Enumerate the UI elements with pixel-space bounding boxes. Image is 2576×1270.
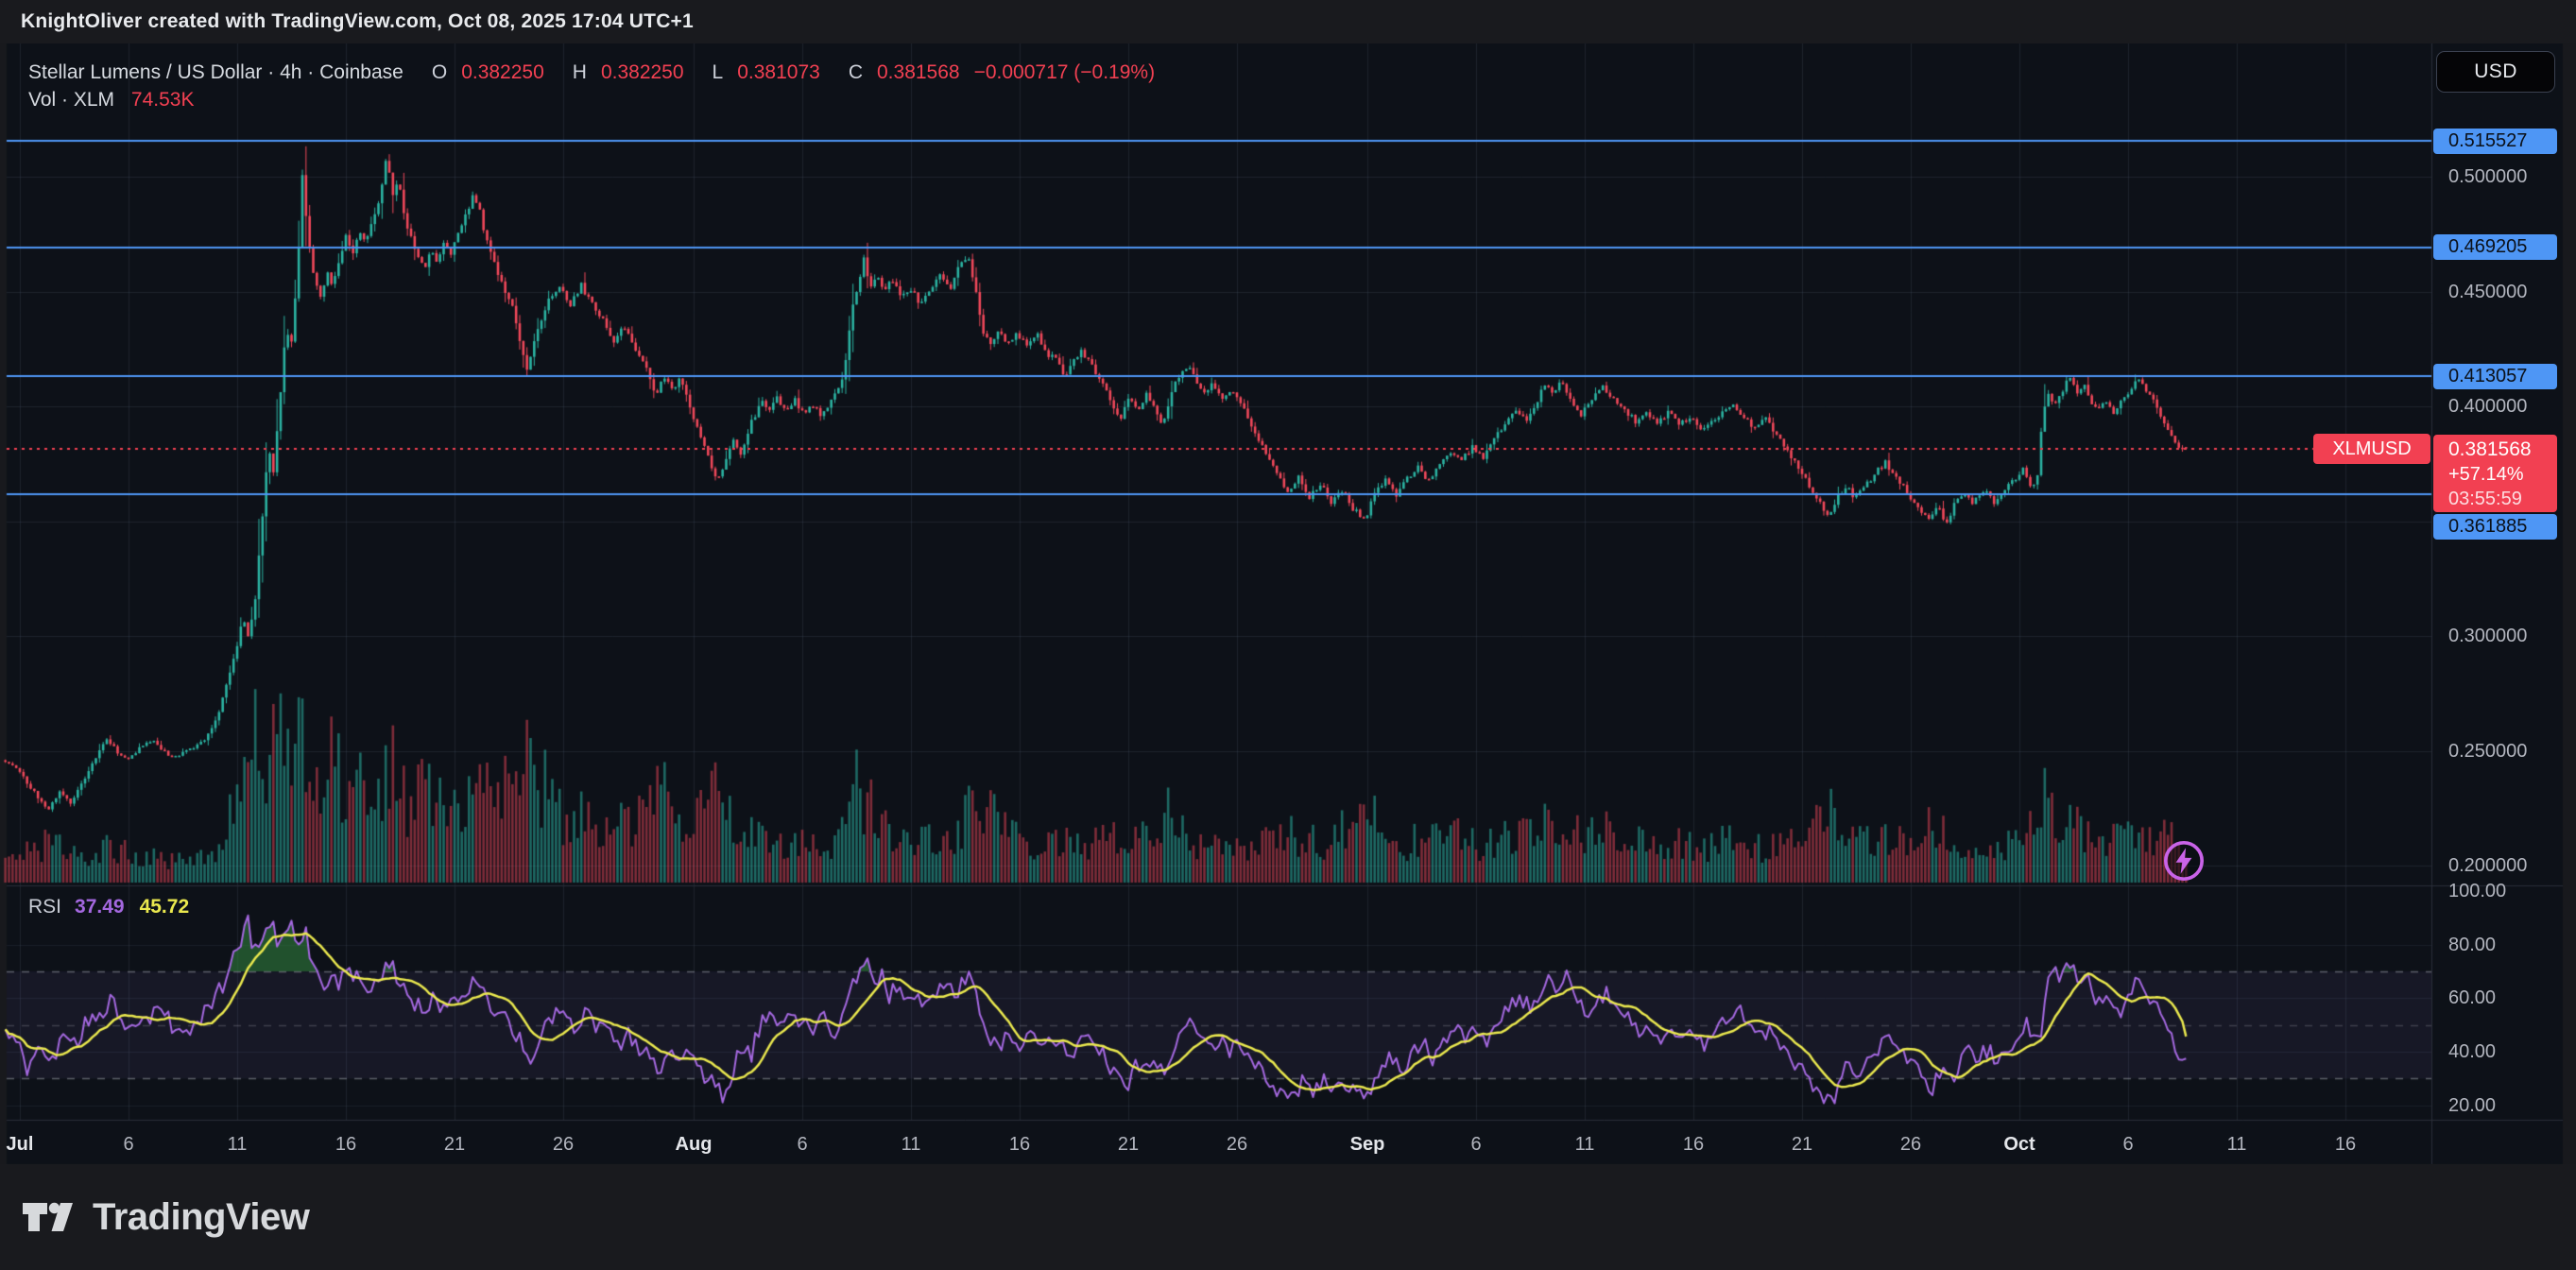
level-price-label: 0.361885 [2433,514,2557,540]
volume-label: Vol · XLM [28,89,114,111]
tradingview-logo-icon[interactable] [23,1198,77,1236]
time-tick-month: Jul [7,1134,34,1156]
attribution-text: KnightOliver created with TradingView.co… [21,10,694,33]
rsi-tick: 40.00 [2448,1041,2496,1063]
time-tick: 11 [228,1134,248,1156]
flash-icon[interactable] [2162,839,2206,883]
rsi-tick: 60.00 [2448,987,2496,1009]
legend-row-volume: Vol · XLM 74.53K [28,86,1155,113]
time-tick: 21 [444,1134,465,1156]
ohlc-values: O0.382250 H0.382250 L0.381073 C0.381568 [404,61,960,83]
time-tick-month: Oct [2003,1134,2035,1156]
ohlc-item: H0.382250 [558,61,684,83]
symbol-title: Stellar Lumens / US Dollar · 4h · Coinba… [28,61,404,83]
level-price-label: 0.413057 [2433,364,2557,389]
time-tick: 16 [1683,1134,1704,1156]
level-price-label: 0.515527 [2433,129,2557,154]
change-value: −0.000717 (−0.19%) [974,61,1155,83]
rsi-title: RSI [28,896,61,918]
time-tick: 6 [1470,1134,1481,1156]
rsi-legend: RSI 37.49 45.72 [28,896,189,918]
legend-row-main: Stellar Lumens / US Dollar · 4h · Coinba… [28,59,1155,86]
chart-canvas[interactable] [0,0,2576,1270]
page: { "app": { "attribution": "KnightOliver … [0,0,2576,1270]
time-tick: 16 [335,1134,356,1156]
time-tick-month: Sep [1350,1134,1385,1156]
time-tick: 6 [797,1134,807,1156]
symbol-legend: Stellar Lumens / US Dollar · 4h · Coinba… [28,59,1155,113]
ohlc-item: C0.381568 [834,61,960,83]
price-tick: 0.400000 [2448,396,2527,418]
time-axis[interactable] [0,1120,2563,1164]
price-tick: 0.300000 [2448,626,2527,647]
currency-button[interactable]: USD [2436,51,2555,93]
time-tick: 11 [2227,1134,2247,1156]
time-tick: 6 [123,1134,133,1156]
time-tick: 11 [1575,1134,1595,1156]
rsi-value: 37.49 [75,896,125,918]
bar-countdown: 03:55:59 [2448,487,2557,511]
volume-value: 74.53K [131,89,195,111]
rsi-ma-value: 45.72 [140,896,190,918]
time-tick: 26 [1227,1134,1247,1156]
price-tick: 0.500000 [2448,166,2527,188]
attribution-bar: KnightOliver created with TradingView.co… [0,0,2576,43]
tradingview-logo-text[interactable]: TradingView [93,1196,309,1239]
ohlc-item: O0.382250 [418,61,544,83]
rsi-tick: 20.00 [2448,1095,2496,1117]
price-tick: 0.200000 [2448,855,2527,877]
time-tick: 26 [1900,1134,1921,1156]
last-price-change: +57.14% [2448,462,2557,487]
level-price-label: 0.469205 [2433,234,2557,260]
time-tick-month: Aug [676,1134,713,1156]
time-tick: 11 [902,1134,921,1156]
time-tick: 21 [1792,1134,1812,1156]
last-price: 0.381568 [2448,437,2557,462]
time-tick: 6 [2122,1134,2133,1156]
time-tick: 26 [553,1134,574,1156]
price-tick: 0.250000 [2448,741,2527,763]
price-tick: 0.450000 [2448,282,2527,303]
time-tick: 21 [1118,1134,1139,1156]
time-tick: 16 [1009,1134,1030,1156]
ohlc-item: L0.381073 [698,61,820,83]
last-price-label: 0.381568 +57.14% 03:55:59 [2433,435,2557,512]
rsi-tick: 80.00 [2448,935,2496,956]
time-tick: 16 [2335,1134,2356,1156]
symbol-price-tag: XLMUSD [2313,434,2430,464]
rsi-tick: 100.00 [2448,881,2506,902]
footer: TradingView [0,1164,2576,1270]
